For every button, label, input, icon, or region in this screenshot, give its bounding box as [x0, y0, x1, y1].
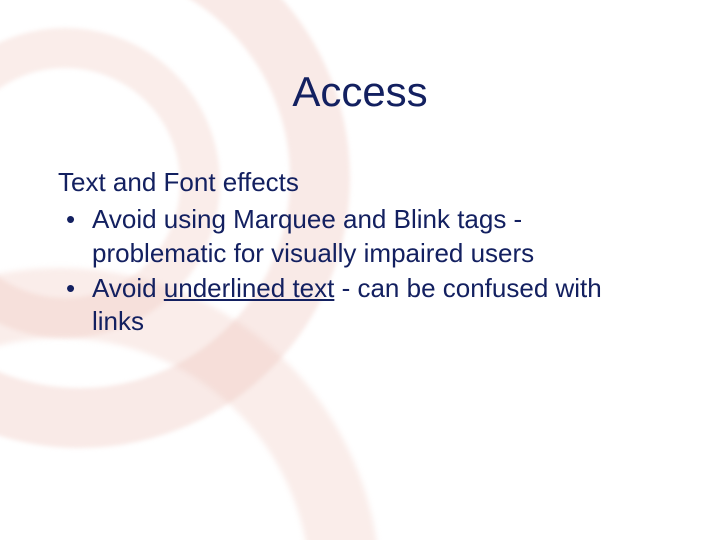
bullet-list: Avoid using Marquee and Blink tags - pro…	[58, 203, 654, 338]
list-item: Avoid using Marquee and Blink tags - pro…	[58, 203, 654, 270]
bullet-text: Avoid	[92, 273, 164, 303]
slide-body: Text and Font effects Avoid using Marque…	[58, 166, 654, 338]
list-item: Avoid underlined text - can be confused …	[58, 272, 654, 339]
slide-content: Access Text and Font effects Avoid using…	[0, 68, 720, 338]
bullet-text: Avoid using Marquee and Blink tags - pro…	[92, 204, 534, 267]
body-subheading: Text and Font effects	[58, 166, 654, 199]
slide: Access Text and Font effects Avoid using…	[0, 68, 720, 540]
slide-title: Access	[0, 68, 720, 116]
underlined-text: underlined text	[164, 273, 335, 303]
